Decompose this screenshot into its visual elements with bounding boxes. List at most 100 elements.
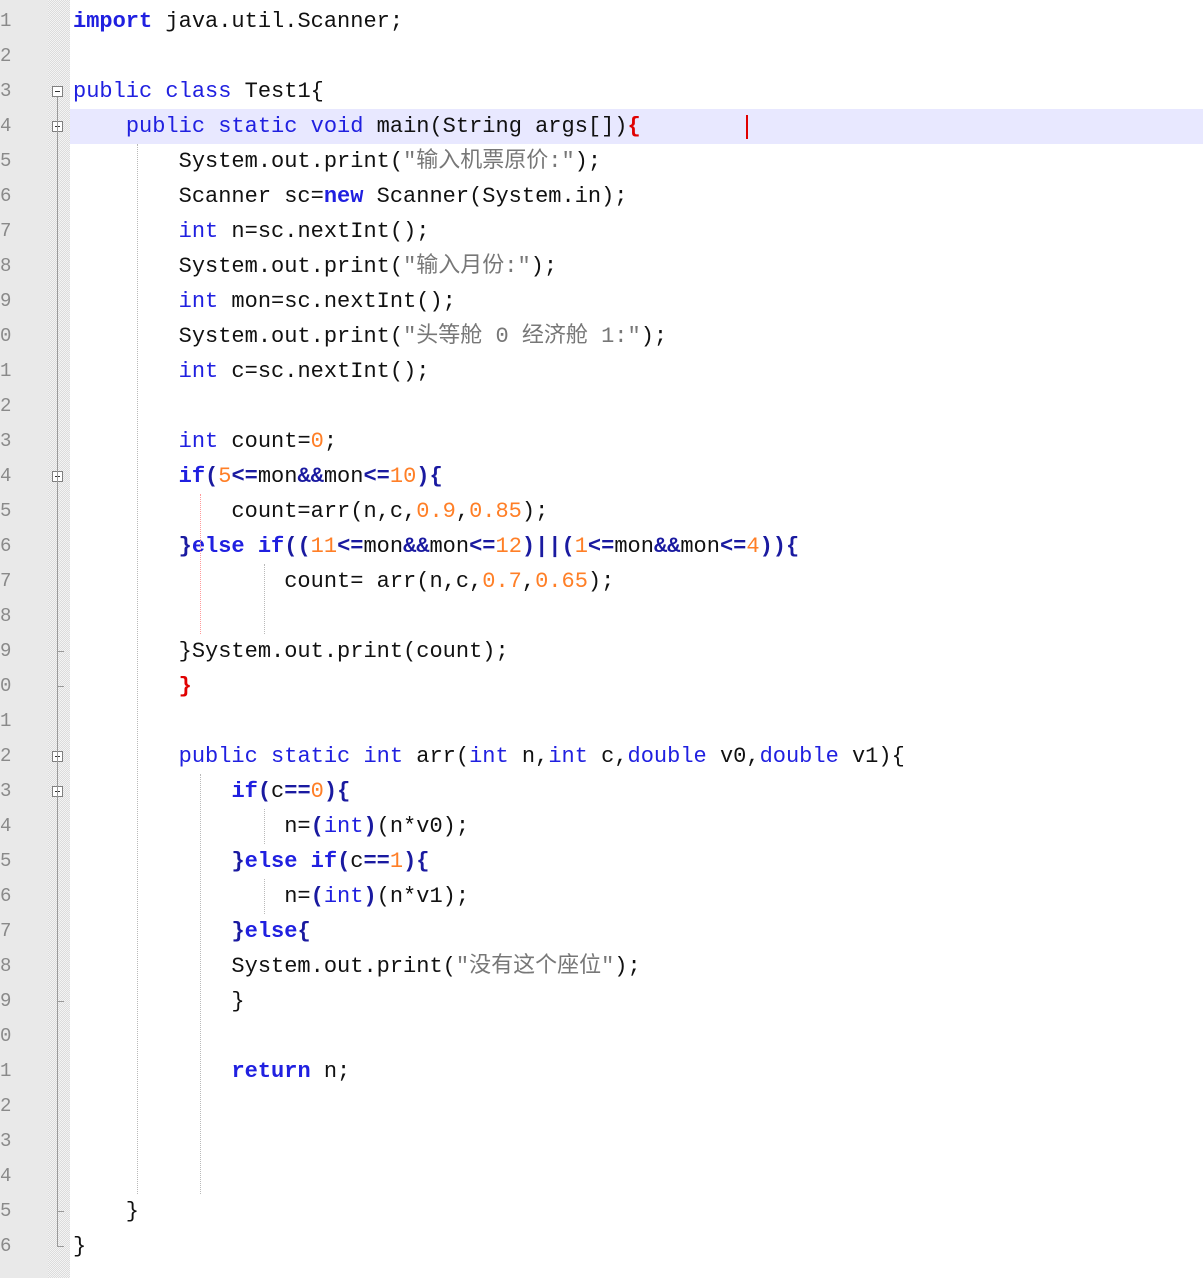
code-line[interactable]: System.out.print("输入机票原价:"); bbox=[70, 144, 1203, 179]
code-token: 5 bbox=[218, 464, 232, 489]
code-line[interactable]: public static void main(String args[]){ bbox=[70, 109, 1203, 144]
code-token: <= bbox=[469, 534, 496, 559]
line-number-gutter: 1 2 3 4 5 6 7 8 9 0 1 2 3 4 5 6 7 8 9 0 1 2 3 4 5 6 7 8 9 0 1 2 3 4 5 6 bbox=[0, 0, 48, 1278]
code-line[interactable]: }else if(c==1){ bbox=[70, 844, 1203, 879]
code-token: mon bbox=[323, 464, 364, 489]
code-token: ); bbox=[587, 569, 615, 594]
line-number: 6 bbox=[0, 885, 12, 907]
code-line[interactable]: if(5<=mon&&mon<=10){ bbox=[70, 459, 1203, 494]
code-line[interactable]: } bbox=[70, 1229, 1203, 1264]
fold-end-marker bbox=[57, 1001, 64, 1002]
code-line[interactable]: public static int arr(int n,int c,double… bbox=[70, 739, 1203, 774]
fold-end-marker bbox=[57, 1211, 64, 1212]
code-line[interactable]: }System.out.print(count); bbox=[70, 634, 1203, 669]
fold-end-marker bbox=[57, 686, 64, 687]
line-number: 3 bbox=[0, 430, 12, 452]
code-token: "没有这个座位" bbox=[455, 954, 615, 979]
code-token: mon bbox=[429, 534, 470, 559]
code-line[interactable]: n=(int)(n*v0); bbox=[70, 809, 1203, 844]
code-token: } bbox=[231, 919, 245, 944]
code-line[interactable]: count= arr(n,c,0.7,0.65); bbox=[70, 564, 1203, 599]
code-token: ); bbox=[614, 954, 641, 979]
line-number: 4 bbox=[0, 815, 12, 837]
code-line[interactable]: } bbox=[70, 1194, 1203, 1229]
code-line[interactable]: System.out.print("头等舱 0 经济舱 1:"); bbox=[70, 319, 1203, 354]
code-line[interactable]: return n; bbox=[70, 1054, 1203, 1089]
code-token: int bbox=[178, 219, 219, 244]
code-text: } bbox=[73, 1229, 86, 1264]
code-line[interactable]: int c=sc.nextInt(); bbox=[70, 354, 1203, 389]
code-line[interactable]: } bbox=[70, 984, 1203, 1019]
line-number: 8 bbox=[0, 955, 12, 977]
line-number: 5 bbox=[0, 1200, 12, 1222]
line-number: 6 bbox=[0, 1235, 12, 1257]
indent-guide bbox=[137, 144, 138, 1194]
code-token: System.out.print( bbox=[73, 149, 404, 174]
code-line[interactable]: count=arr(n,c,0.9,0.85); bbox=[70, 494, 1203, 529]
code-token: Scanner sc= bbox=[73, 184, 324, 209]
code-token: } bbox=[73, 989, 245, 1014]
code-line[interactable]: }else if((11<=mon&&mon<=12)||(1<=mon&&mo… bbox=[70, 529, 1203, 564]
code-token: 0 bbox=[310, 429, 324, 454]
code-token: if bbox=[310, 849, 338, 874]
line-number: 3 bbox=[0, 1130, 12, 1152]
code-line[interactable]: System.out.print("输入月份:"); bbox=[70, 249, 1203, 284]
code-token: public bbox=[125, 114, 206, 139]
fold-margin[interactable] bbox=[48, 0, 70, 1278]
code-line[interactable] bbox=[70, 1124, 1203, 1159]
code-token: ); bbox=[574, 149, 602, 174]
code-editor[interactable]: 123456789012345678901234567890123456 imp… bbox=[0, 0, 1203, 1278]
code-token: static bbox=[271, 744, 351, 769]
code-token: ); bbox=[530, 254, 558, 279]
code-line[interactable] bbox=[70, 1019, 1203, 1054]
code-line[interactable] bbox=[70, 1159, 1203, 1194]
code-token: "输入机票原价:" bbox=[403, 149, 575, 174]
fold-line bbox=[57, 97, 58, 1246]
code-token: class bbox=[165, 79, 232, 104]
code-token: , bbox=[455, 499, 470, 524]
line-number: 5 bbox=[0, 150, 12, 172]
code-text: public static int arr(int n,int c,double… bbox=[73, 739, 905, 774]
fold-line bbox=[57, 482, 58, 651]
code-line[interactable]: public class Test1{ bbox=[70, 74, 1203, 109]
code-line[interactable] bbox=[70, 39, 1203, 74]
code-token: static bbox=[218, 114, 298, 139]
line-number: 2 bbox=[0, 395, 12, 417]
code-token: int bbox=[323, 814, 364, 839]
fold-line bbox=[57, 797, 58, 1001]
code-line[interactable]: Scanner sc=new Scanner(System.in); bbox=[70, 179, 1203, 214]
code-token: int bbox=[178, 289, 219, 314]
line-number: 0 bbox=[0, 325, 12, 347]
code-token: if bbox=[257, 534, 285, 559]
code-line[interactable]: import java.util.Scanner; bbox=[70, 4, 1203, 39]
code-token: ) bbox=[323, 779, 338, 804]
code-line[interactable] bbox=[70, 389, 1203, 424]
code-line[interactable] bbox=[70, 1089, 1203, 1124]
line-number: 5 bbox=[0, 500, 12, 522]
code-text: System.out.print("输入机票原价:"); bbox=[73, 144, 601, 179]
code-token: ) bbox=[363, 884, 377, 909]
code-line[interactable]: n=(int)(n*v1); bbox=[70, 879, 1203, 914]
code-line[interactable]: } bbox=[70, 669, 1203, 704]
line-number: 3 bbox=[0, 80, 12, 102]
line-number: 7 bbox=[0, 570, 12, 592]
line-number: 0 bbox=[0, 1025, 12, 1047]
fold-toggle-icon[interactable] bbox=[52, 86, 63, 97]
code-line[interactable]: if(c==0){ bbox=[70, 774, 1203, 809]
code-token: new bbox=[323, 184, 364, 209]
line-number: 1 bbox=[0, 710, 12, 732]
code-line[interactable] bbox=[70, 704, 1203, 739]
code-line[interactable]: int n=sc.nextInt(); bbox=[70, 214, 1203, 249]
code-line[interactable]: }else{ bbox=[70, 914, 1203, 949]
code-line[interactable] bbox=[70, 599, 1203, 634]
code-token: n=sc.nextInt(); bbox=[218, 219, 430, 244]
code-text: int count=0; bbox=[73, 424, 337, 459]
code-line[interactable]: int mon=sc.nextInt(); bbox=[70, 284, 1203, 319]
code-line[interactable]: System.out.print("没有这个座位"); bbox=[70, 949, 1203, 984]
code-line[interactable]: int count=0; bbox=[70, 424, 1203, 459]
line-number: 7 bbox=[0, 220, 12, 242]
